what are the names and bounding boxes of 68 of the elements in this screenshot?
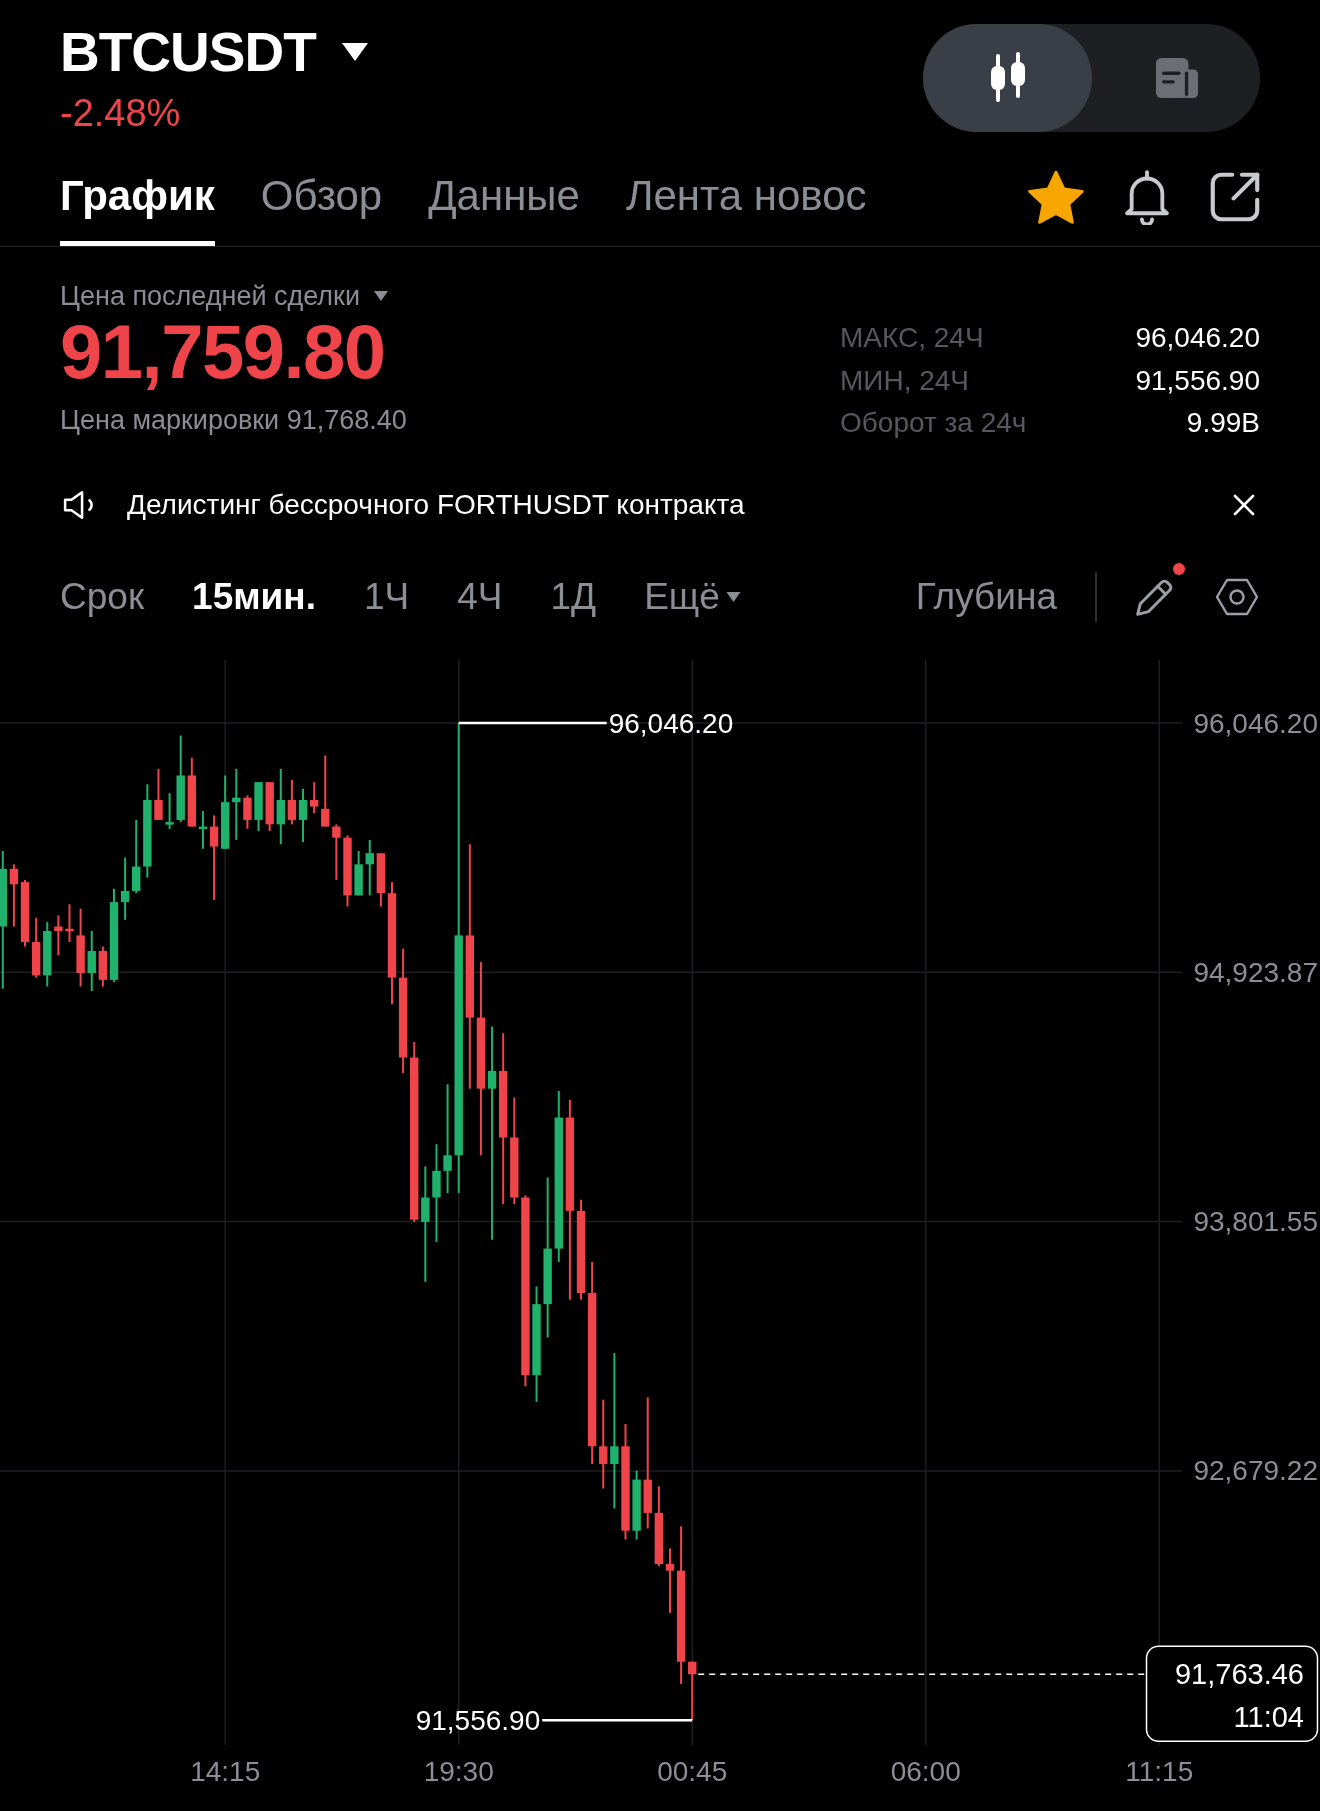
tab[interactable]: Обзор — [260, 150, 383, 246]
candlestick — [165, 793, 174, 829]
tab[interactable]: График — [60, 150, 215, 246]
star-icon[interactable] — [1028, 170, 1084, 224]
close-icon[interactable] — [1232, 493, 1256, 517]
tab[interactable]: Данные — [428, 150, 580, 246]
time-axis-label: 11:15 — [1125, 1755, 1194, 1787]
interval-tab[interactable]: 1Ч — [364, 576, 410, 618]
price-change: -2.48% — [60, 92, 181, 134]
caret-icon — [374, 291, 389, 301]
symbol-selector[interactable]: BTCUSDT — [60, 22, 368, 82]
settings-icon[interactable] — [1215, 577, 1259, 617]
candlestick — [243, 795, 252, 829]
candlestick — [332, 824, 341, 880]
announcement-text: Делистинг бессрочного FORTHUSDT контракта — [127, 489, 745, 521]
candlestick — [31, 917, 41, 978]
stat-value: 91,556.90 — [1135, 364, 1260, 397]
candlestick — [187, 757, 196, 827]
mark-price: Цена маркировки 91,768.40 — [60, 404, 407, 436]
document-icon — [1153, 56, 1200, 100]
candlestick — [365, 839, 374, 896]
candlestick — [632, 1470, 641, 1540]
bell-icon[interactable] — [1124, 169, 1170, 225]
price-axis-label: 92,679.22 — [1193, 1455, 1318, 1487]
candlestick — [87, 930, 96, 991]
interval-tab[interactable]: 15мин. — [192, 576, 316, 618]
tab[interactable]: Лента новос — [625, 150, 867, 246]
high-price-label: 96,046.20 — [608, 707, 734, 739]
caret-icon — [341, 43, 368, 61]
stat-label: Оборот за 24ч — [840, 407, 1027, 440]
candlestick — [287, 779, 297, 825]
more-button[interactable]: Ещё — [644, 576, 741, 618]
price-axis-label: 96,046.20 — [1193, 707, 1318, 739]
share-icon[interactable] — [1210, 172, 1260, 222]
price-type-selector[interactable]: Цена последней сделки — [60, 280, 389, 312]
candlestick — [20, 879, 30, 947]
time-axis-label: 14:15 — [190, 1755, 261, 1787]
candlestick — [9, 864, 19, 927]
price-axis-label: 93,801.55 — [1193, 1206, 1318, 1238]
last-price-value: 91,763.46 — [1175, 1658, 1304, 1691]
time-axis-label: 00:45 — [657, 1755, 728, 1787]
time-axis-label: 06:00 — [890, 1755, 961, 1787]
candlestick — [321, 755, 330, 827]
stat-label: МАКС, 24Ч — [840, 322, 984, 355]
candlestick — [354, 851, 363, 896]
candlestick — [65, 904, 74, 943]
stat-value: 96,046.20 — [1135, 322, 1260, 355]
candlestick — [54, 915, 63, 956]
interval-tab[interactable]: 1Д — [550, 576, 597, 618]
candlestick — [343, 835, 352, 907]
stat-value: 9.99B — [1186, 407, 1260, 440]
price-axis-label: 94,923.87 — [1193, 956, 1318, 988]
candlestick — [688, 1661, 697, 1721]
countdown-timer: 11:04 — [1233, 1701, 1304, 1734]
candlestick — [254, 782, 263, 831]
time-axis-label: 19:30 — [423, 1755, 494, 1787]
candlestick — [232, 768, 241, 840]
candlestick — [154, 768, 163, 820]
candlestick — [265, 782, 274, 831]
stat-label: МИН, 24Ч — [840, 364, 970, 397]
interval-label: Срок — [60, 576, 145, 618]
depth-button[interactable]: Глубина — [915, 576, 1057, 618]
interval-tab[interactable]: 4Ч — [457, 576, 503, 618]
last-price: 91,759.80 — [60, 312, 385, 392]
pencil-icon[interactable] — [1135, 577, 1175, 617]
low-price-label: 91,556.90 — [415, 1704, 541, 1736]
caret-icon — [725, 592, 741, 602]
candlestick — [43, 922, 52, 987]
